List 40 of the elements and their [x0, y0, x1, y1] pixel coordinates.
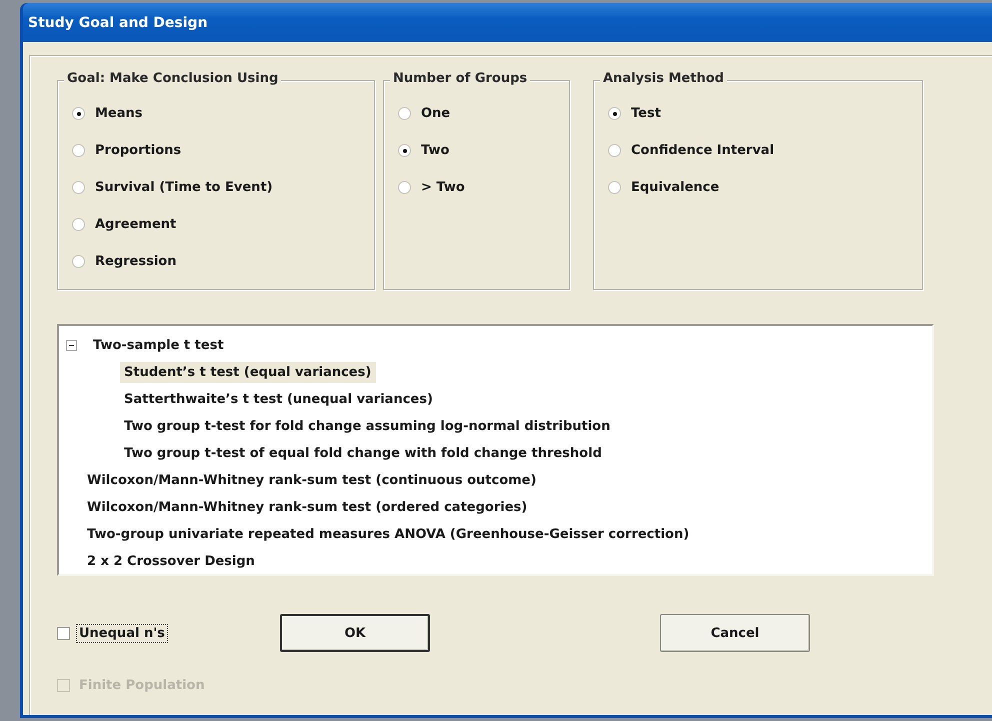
radio-button[interactable] — [72, 255, 85, 268]
radio-label[interactable]: Two — [421, 143, 450, 158]
checkbox-label[interactable]: Unequal n's — [76, 624, 168, 642]
checkbox[interactable] — [57, 626, 70, 640]
group-title: Goal: Make Conclusion Using — [64, 71, 282, 86]
radio-label[interactable]: Regression — [95, 254, 176, 269]
radio-label[interactable]: > Two — [421, 180, 465, 195]
radio-button[interactable] — [608, 107, 621, 120]
tree-item[interactable]: Wilcoxon/Mann-Whitney rank-sum test (ordered categories) — [83, 497, 532, 518]
tree-item[interactable]: Two-sample t test — [89, 335, 229, 356]
tree-item[interactable]: Two group t-test of equal fold change with fold change threshold — [120, 443, 607, 464]
tree-item[interactable]: Student’s t test (equal variances) — [120, 362, 376, 383]
window-title: Study Goal and Design — [28, 14, 208, 30]
radio-label[interactable]: One — [421, 106, 450, 121]
radio-button[interactable] — [398, 107, 411, 120]
radio-button[interactable] — [72, 181, 85, 194]
radio-label[interactable]: Survival (Time to Event) — [95, 180, 273, 195]
tree-item[interactable]: Satterthwaite’s t test (unequal variances) — [120, 389, 438, 410]
radio-label[interactable]: Agreement — [95, 217, 176, 232]
radio-label[interactable]: Equivalence — [631, 180, 720, 195]
group-title: Number of Groups — [390, 71, 530, 86]
tree-item[interactable]: Two group t-test for fold change assuming log-normal distribution — [120, 416, 616, 437]
tree-item[interactable]: Wilcoxon/Mann-Whitney rank-sum test (continuous outcome) — [83, 470, 542, 491]
cancel-button[interactable]: Cancel — [660, 614, 810, 652]
tree-item[interactable]: 2 x 2 Crossover Design — [83, 551, 260, 572]
radio-label[interactable]: Confidence Interval — [631, 143, 774, 158]
radio-button[interactable] — [398, 144, 411, 157]
collapse-icon[interactable] — [66, 340, 77, 351]
radio-label[interactable]: Means — [95, 106, 143, 121]
radio-label[interactable]: Test — [631, 106, 661, 121]
ok-button[interactable]: OK — [280, 614, 430, 652]
radio-label[interactable]: Proportions — [95, 143, 182, 158]
radio-button[interactable] — [72, 107, 85, 120]
tree-item[interactable]: Two-group univariate repeated measures ANOVA (Greenhouse-Geisser correction) — [83, 524, 694, 545]
group-title: Analysis Method — [600, 71, 727, 86]
radio-button[interactable] — [72, 144, 85, 157]
radio-button[interactable] — [72, 218, 85, 231]
radio-button[interactable] — [608, 144, 621, 157]
radio-button[interactable] — [398, 181, 411, 194]
radio-button[interactable] — [608, 181, 621, 194]
